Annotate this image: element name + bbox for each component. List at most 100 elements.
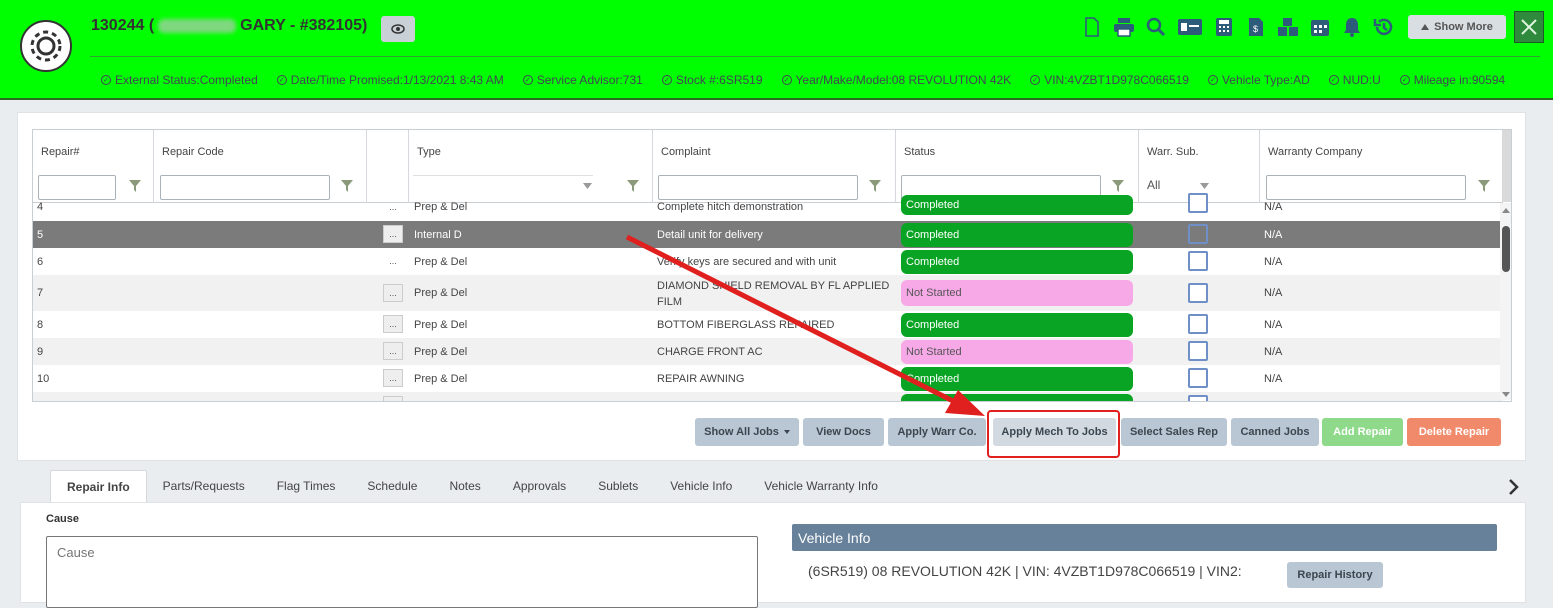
warr-sub-checkbox[interactable] bbox=[1188, 224, 1208, 244]
status-item: ✓ Service Advisor:731 bbox=[522, 73, 643, 87]
filter-icon[interactable] bbox=[1112, 180, 1124, 192]
check-circle-icon: ✓ bbox=[522, 75, 533, 85]
table-row[interactable]: 9 ... Prep & Del CHARGE FRONT AC Not Sta… bbox=[33, 338, 1503, 365]
warr-sub-checkbox[interactable] bbox=[1188, 314, 1208, 334]
status-badge: Completed bbox=[901, 313, 1133, 337]
filter-icon[interactable] bbox=[341, 180, 353, 192]
svg-text:$: $ bbox=[1253, 24, 1258, 34]
highlight-box bbox=[987, 410, 1120, 458]
scroll-down-icon[interactable] bbox=[1502, 392, 1510, 397]
table-row[interactable]: 7 ... Prep & Del DIAMOND SHIELD REMOVAL … bbox=[33, 275, 1503, 311]
status-item: ✓ Mileage in:90594 bbox=[1399, 73, 1505, 87]
warr-sub-checkbox[interactable] bbox=[1188, 193, 1208, 213]
calculator-icon[interactable] bbox=[1212, 14, 1236, 40]
row-menu-button[interactable]: ... bbox=[383, 396, 403, 401]
row-menu-button[interactable]: ... bbox=[383, 225, 403, 243]
table-row[interactable]: 10 ... Prep & Del REPAIR AWNING Complete… bbox=[33, 365, 1503, 392]
select-sales-rep-button[interactable]: Select Sales Rep bbox=[1121, 418, 1227, 446]
redacted-phone bbox=[158, 18, 237, 33]
warr-sub-filter-select[interactable]: All bbox=[1147, 178, 1160, 192]
status-badge: Not Started bbox=[901, 340, 1133, 364]
col-status[interactable]: Status bbox=[896, 130, 1139, 203]
filter-icon[interactable] bbox=[627, 180, 639, 192]
status-item: ✓ Stock #:6SR519 bbox=[661, 73, 763, 87]
chevron-right-icon[interactable] bbox=[1507, 478, 1521, 496]
status-item: ✓ Year/Make/Model:08 REVOLUTION 42K bbox=[781, 73, 1011, 87]
table-row[interactable]: 11 ... Prep & Del MUDFLAP Completed N/A bbox=[33, 392, 1503, 401]
col-warranty-company[interactable]: Warranty Company bbox=[1260, 130, 1503, 203]
filter-icon[interactable] bbox=[869, 180, 881, 192]
invoice-icon[interactable]: $ bbox=[1244, 14, 1268, 40]
status-item: ✓ VIN:4VZBT1D978C066519 bbox=[1030, 73, 1189, 87]
row-menu-button[interactable]: ... bbox=[383, 198, 403, 216]
row-menu-button[interactable]: ... bbox=[383, 315, 403, 333]
row-menu-button[interactable]: ... bbox=[383, 284, 403, 302]
grid-scroll-thumb[interactable] bbox=[1502, 226, 1510, 272]
apply-warr-co-button[interactable]: Apply Warr Co. bbox=[888, 418, 986, 446]
show-all-jobs-button[interactable]: Show All Jobs bbox=[695, 418, 799, 446]
check-circle-icon: ✓ bbox=[1328, 75, 1339, 85]
tab-flag-times[interactable]: Flag Times bbox=[261, 470, 352, 502]
cause-textarea[interactable] bbox=[46, 536, 758, 608]
card-icon[interactable] bbox=[1176, 14, 1204, 40]
canned-jobs-button[interactable]: Canned Jobs bbox=[1231, 418, 1319, 446]
chevron-down-icon[interactable] bbox=[1200, 183, 1209, 189]
show-more-label: Show More bbox=[1434, 21, 1493, 33]
delete-repair-button[interactable]: Delete Repair bbox=[1407, 418, 1501, 446]
boxes-icon[interactable] bbox=[1276, 14, 1300, 40]
view-docs-button[interactable]: View Docs bbox=[803, 418, 884, 446]
col-type[interactable]: Type bbox=[409, 130, 653, 203]
view-eye-button[interactable] bbox=[381, 16, 415, 42]
table-row[interactable]: 8 ... Prep & Del BOTTOM FIBERGLASS REPAI… bbox=[33, 311, 1503, 338]
col-repair-code[interactable]: Repair Code bbox=[154, 130, 367, 203]
status-badge: Completed bbox=[901, 223, 1133, 247]
add-repair-button[interactable]: Add Repair bbox=[1322, 418, 1403, 446]
tab-parts-requests[interactable]: Parts/Requests bbox=[147, 470, 261, 502]
tab-notes[interactable]: Notes bbox=[433, 470, 496, 502]
row-menu-button[interactable]: ... bbox=[383, 369, 403, 387]
col-repair-num[interactable]: Repair# bbox=[33, 130, 154, 203]
detail-tabs: Repair Info Parts/Requests Flag Times Sc… bbox=[50, 470, 894, 502]
warr-sub-checkbox[interactable] bbox=[1188, 251, 1208, 271]
tab-approvals[interactable]: Approvals bbox=[497, 470, 582, 502]
show-more-button[interactable]: Show More bbox=[1408, 15, 1506, 39]
tab-vehicle-warranty-info[interactable]: Vehicle Warranty Info bbox=[748, 470, 894, 502]
row-menu-button[interactable]: ... bbox=[383, 342, 403, 360]
status-bar: ✓ External Status:Completed ✓ Date/Time Pr… bbox=[101, 73, 1505, 87]
table-row[interactable]: 6 ... Prep & Del Verify keys are secured… bbox=[33, 248, 1503, 275]
history-icon[interactable] bbox=[1372, 14, 1396, 40]
check-circle-icon: ✓ bbox=[781, 75, 792, 85]
table-row[interactable]: 4 ... Prep & Del Complete hitch demonstr… bbox=[33, 193, 1503, 217]
row-menu-button[interactable]: ... bbox=[383, 252, 403, 270]
header-scrollbar bbox=[1502, 130, 1511, 202]
header-toolbar: $ bbox=[1080, 14, 1396, 40]
filter-icon[interactable] bbox=[1478, 180, 1490, 192]
col-complaint[interactable]: Complaint bbox=[653, 130, 896, 203]
tab-vehicle-info[interactable]: Vehicle Info bbox=[654, 470, 748, 502]
warr-sub-checkbox[interactable] bbox=[1188, 368, 1208, 388]
status-badge: Completed bbox=[901, 250, 1133, 274]
calendar-icon[interactable] bbox=[1308, 14, 1332, 40]
repair-history-button[interactable]: Repair History bbox=[1287, 562, 1383, 588]
table-row[interactable]: 5 ... Internal D Detail unit for deliver… bbox=[33, 221, 1503, 248]
status-item: ✓ Vehicle Type:AD bbox=[1207, 73, 1310, 87]
tab-schedule[interactable]: Schedule bbox=[351, 470, 433, 502]
gear-logo-icon[interactable] bbox=[20, 20, 72, 72]
search-icon[interactable] bbox=[1144, 14, 1168, 40]
cause-label: Cause bbox=[46, 513, 80, 525]
scroll-up-icon[interactable] bbox=[1502, 208, 1510, 213]
printer-icon[interactable] bbox=[1112, 14, 1136, 40]
warr-sub-checkbox[interactable] bbox=[1188, 395, 1208, 401]
status-badge: Completed bbox=[901, 394, 1133, 401]
chevron-down-icon[interactable] bbox=[583, 183, 592, 189]
check-circle-icon: ✓ bbox=[1030, 75, 1041, 85]
warr-sub-checkbox[interactable] bbox=[1188, 341, 1208, 361]
document-icon[interactable] bbox=[1080, 14, 1104, 40]
close-icon bbox=[1521, 19, 1537, 35]
warr-sub-checkbox[interactable] bbox=[1188, 283, 1208, 303]
bell-icon[interactable] bbox=[1340, 14, 1364, 40]
close-button[interactable] bbox=[1514, 11, 1544, 43]
tab-sublets[interactable]: Sublets bbox=[582, 470, 654, 502]
tab-repair-info[interactable]: Repair Info bbox=[50, 470, 147, 502]
filter-icon[interactable] bbox=[129, 180, 141, 192]
